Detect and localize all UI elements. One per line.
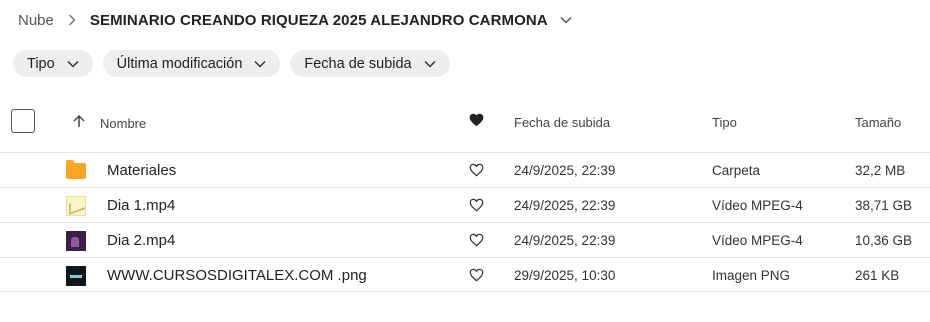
file-size: 10,36 GB bbox=[855, 233, 913, 248]
chevron-down-icon bbox=[254, 60, 266, 68]
breadcrumb: Nube SEMINARIO CREANDO RIQUEZA 2025 ALEJ… bbox=[18, 9, 572, 31]
upload-date: 29/9/2025, 10:30 bbox=[514, 268, 616, 283]
chevron-down-icon[interactable] bbox=[560, 16, 572, 24]
image-thumbnail-icon bbox=[66, 266, 86, 286]
table-row[interactable]: Materiales 24/9/2025, 22:39 Carpeta 32,2… bbox=[0, 152, 930, 187]
file-type: Carpeta bbox=[712, 163, 761, 178]
file-list: Materiales 24/9/2025, 22:39 Carpeta 32,2… bbox=[0, 152, 930, 292]
table-header: Nombre Fecha de subida Tipo Tamaño bbox=[0, 105, 930, 141]
upload-date: 24/9/2025, 22:39 bbox=[514, 233, 616, 248]
file-name: Dia 1.mp4 bbox=[107, 197, 176, 214]
file-name: WWW.CURSOSDIGITALEX.COM .png bbox=[107, 267, 367, 284]
heart-filled-icon[interactable] bbox=[469, 113, 484, 127]
file-name: Materiales bbox=[107, 162, 177, 179]
filter-upload-date-button[interactable]: Fecha de subida bbox=[290, 50, 450, 77]
table-row[interactable]: Dia 2.mp4 24/9/2025, 22:39 Vídeo MPEG-4 … bbox=[0, 222, 930, 257]
file-name: Dia 2.mp4 bbox=[107, 232, 176, 249]
file-type: Vídeo MPEG-4 bbox=[712, 198, 803, 213]
column-header-size[interactable]: Tamaño bbox=[855, 115, 901, 130]
folder-title: SEMINARIO CREANDO RIQUEZA 2025 ALEJANDRO… bbox=[89, 11, 548, 29]
video-thumbnail-icon bbox=[66, 231, 86, 251]
heart-outline-icon[interactable] bbox=[469, 198, 484, 212]
chevron-right-icon bbox=[68, 14, 76, 26]
column-header-type[interactable]: Tipo bbox=[712, 115, 737, 130]
filter-label: Última modificación bbox=[116, 55, 243, 72]
filter-type-button[interactable]: Tipo bbox=[13, 50, 93, 77]
filter-modified-button[interactable]: Última modificación bbox=[102, 50, 281, 77]
file-size: 32,2 MB bbox=[855, 163, 906, 178]
filter-label: Tipo bbox=[27, 55, 55, 72]
file-type: Vídeo MPEG-4 bbox=[712, 233, 803, 248]
select-all-checkbox[interactable] bbox=[11, 109, 35, 133]
heart-outline-icon[interactable] bbox=[469, 163, 484, 177]
column-header-upload-date[interactable]: Fecha de subida bbox=[514, 115, 610, 130]
table-row[interactable]: WWW.CURSOSDIGITALEX.COM .png 29/9/2025, … bbox=[0, 257, 930, 292]
heart-outline-icon[interactable] bbox=[469, 268, 484, 282]
filter-bar: Tipo Última modificación Fecha de subida bbox=[13, 50, 450, 77]
file-size: 261 KB bbox=[855, 268, 900, 283]
column-header-name[interactable]: Nombre bbox=[100, 116, 146, 131]
upload-date: 24/9/2025, 22:39 bbox=[514, 198, 616, 213]
chevron-down-icon bbox=[67, 60, 79, 68]
breadcrumb-root-link[interactable]: Nube bbox=[18, 12, 54, 29]
heart-outline-icon[interactable] bbox=[469, 233, 484, 247]
folder-icon bbox=[66, 160, 86, 181]
upload-date: 24/9/2025, 22:39 bbox=[514, 163, 616, 178]
filter-label: Fecha de subida bbox=[304, 55, 412, 72]
file-type: Imagen PNG bbox=[712, 268, 791, 283]
table-row[interactable]: Dia 1.mp4 24/9/2025, 22:39 Vídeo MPEG-4 … bbox=[0, 187, 930, 222]
sort-arrow-up-icon[interactable] bbox=[72, 114, 86, 128]
chevron-down-icon bbox=[424, 60, 436, 68]
file-size: 38,71 GB bbox=[855, 198, 913, 213]
video-thumbnail-icon bbox=[66, 196, 86, 216]
